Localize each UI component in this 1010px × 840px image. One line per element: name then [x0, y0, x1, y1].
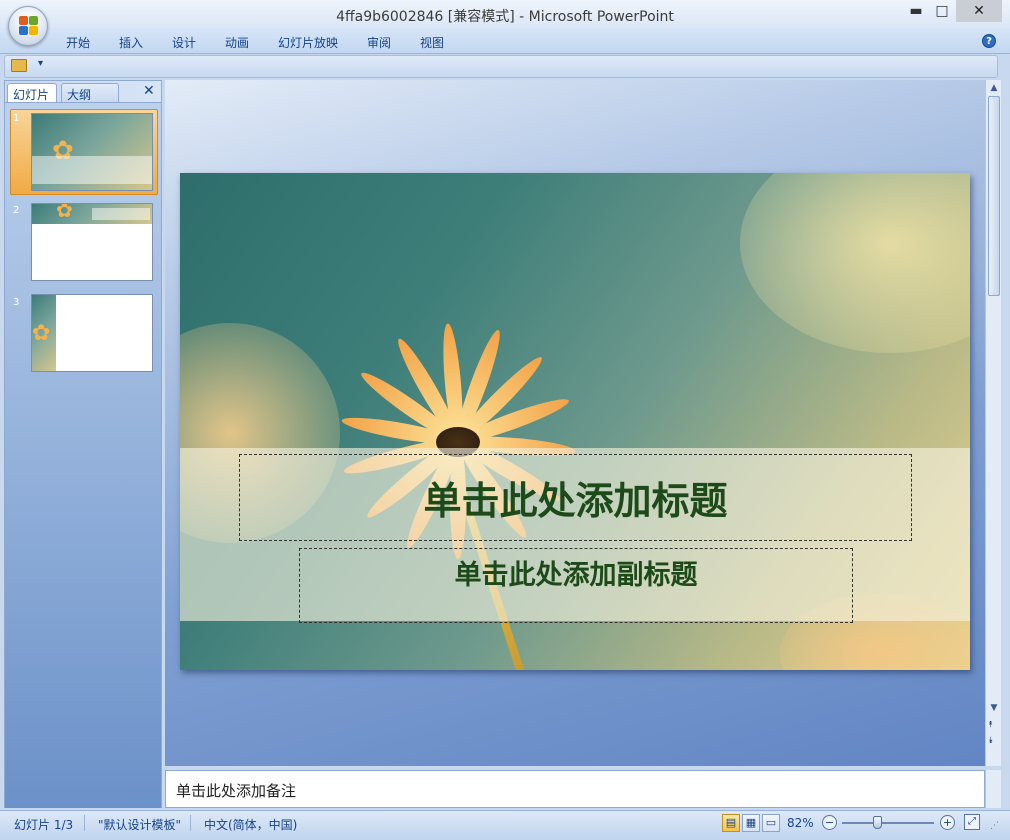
- tab-design[interactable]: 设计: [172, 34, 196, 51]
- title-placeholder[interactable]: 单击此处添加标题: [239, 454, 912, 541]
- zoom-out-icon[interactable]: −: [822, 815, 837, 830]
- scroll-down-icon[interactable]: ▼: [988, 702, 1000, 714]
- resize-grip-icon[interactable]: ⋰: [990, 821, 999, 831]
- status-bar: 幻灯片 1/3 "默认设计模板" 中文(简体，中国) ▤ ▦ ▭ 82% − +…: [0, 810, 1010, 840]
- thumbnail-number: 3: [13, 297, 20, 308]
- subtitle-placeholder[interactable]: 单击此处添加副标题: [299, 548, 853, 623]
- scroll-up-icon[interactable]: ▲: [988, 82, 1000, 94]
- thumbnail-band: [32, 156, 152, 184]
- notes-placeholder[interactable]: 单击此处添加备注: [176, 780, 296, 801]
- notes-scrollbar[interactable]: [985, 770, 1001, 808]
- customize-toolbar-dropdown[interactable]: ▾: [38, 58, 43, 69]
- previous-slide-icon[interactable]: ⯭: [988, 720, 993, 730]
- zoom-slider[interactable]: [842, 822, 934, 824]
- vertical-scrollbar[interactable]: ▲ ▼ ⯭ ⯯: [985, 80, 1001, 766]
- ribbon-tabs: 开始 插入 设计 动画 幻灯片放映 审阅 视图: [0, 28, 1010, 54]
- language-status[interactable]: 中文(简体，中国): [204, 816, 297, 833]
- thumbnail-band: [92, 208, 150, 220]
- maximize-button[interactable]: □: [929, 0, 955, 22]
- normal-view-icon[interactable]: ▤: [722, 814, 740, 832]
- tab-view[interactable]: 视图: [420, 34, 444, 51]
- office-button[interactable]: [8, 6, 48, 46]
- theme-name: "默认设计模板": [98, 818, 182, 832]
- tab-review[interactable]: 审阅: [367, 34, 391, 51]
- status-divider: [84, 815, 85, 831]
- slide-thumbnail-2[interactable]: ✿: [31, 203, 153, 281]
- thumbnail-number: 1: [13, 113, 20, 124]
- help-icon[interactable]: ?: [982, 34, 996, 48]
- office-logo-icon: [19, 16, 39, 36]
- slides-pane: 幻灯片 大纲 ✕ 1 ✿ 2 ✿ 3 ✿: [4, 80, 162, 808]
- background-glow: [740, 173, 970, 353]
- slide-editing-area: 单击此处添加标题 单击此处添加副标题: [165, 80, 985, 766]
- next-slide-icon[interactable]: ⯯: [988, 736, 993, 746]
- slide-thumbnail-1[interactable]: ✿: [31, 113, 153, 191]
- zoom-level[interactable]: 82%: [787, 816, 814, 830]
- view-buttons: ▤ ▦ ▭: [722, 814, 780, 832]
- status-divider: [190, 815, 191, 831]
- title-bar: 4ffa9b6002846 [兼容模式] - Microsoft PowerPo…: [0, 0, 1010, 28]
- window-title: 4ffa9b6002846 [兼容模式] - Microsoft PowerPo…: [336, 9, 674, 25]
- tab-animations[interactable]: 动画: [225, 34, 249, 51]
- quick-access-toolbar: ▾: [4, 55, 998, 78]
- open-folder-icon[interactable]: [11, 59, 27, 72]
- slide-thumbnail-3[interactable]: ✿: [31, 294, 153, 372]
- minimize-button[interactable]: ▬: [903, 0, 929, 22]
- tab-outline[interactable]: 大纲: [61, 83, 119, 102]
- zoom-in-icon[interactable]: +: [940, 815, 955, 830]
- close-button[interactable]: ✕: [956, 0, 1002, 22]
- thumbnail-list: 1 ✿ 2 ✿ 3 ✿: [5, 103, 161, 808]
- tab-slides[interactable]: 幻灯片: [7, 83, 57, 102]
- slideshow-view-icon[interactable]: ▭: [762, 814, 780, 832]
- flower-icon: ✿: [32, 321, 51, 346]
- slide-sorter-view-icon[interactable]: ▦: [742, 814, 760, 832]
- flower-icon: ✿: [56, 203, 73, 222]
- tab-insert[interactable]: 插入: [119, 34, 143, 51]
- close-pane-icon[interactable]: ✕: [143, 83, 155, 99]
- scroll-thumb[interactable]: [988, 96, 1000, 296]
- fit-to-window-icon[interactable]: ⤢: [964, 814, 980, 830]
- notes-pane[interactable]: 单击此处添加备注: [165, 770, 985, 808]
- tab-slideshow[interactable]: 幻灯片放映: [278, 34, 338, 51]
- thumbnail-number: 2: [13, 205, 20, 216]
- tab-home[interactable]: 开始: [66, 34, 90, 51]
- slide-counter: 幻灯片 1/3: [14, 818, 74, 832]
- slide-canvas[interactable]: 单击此处添加标题 单击此处添加副标题: [180, 173, 970, 670]
- zoom-slider-handle[interactable]: [873, 816, 882, 829]
